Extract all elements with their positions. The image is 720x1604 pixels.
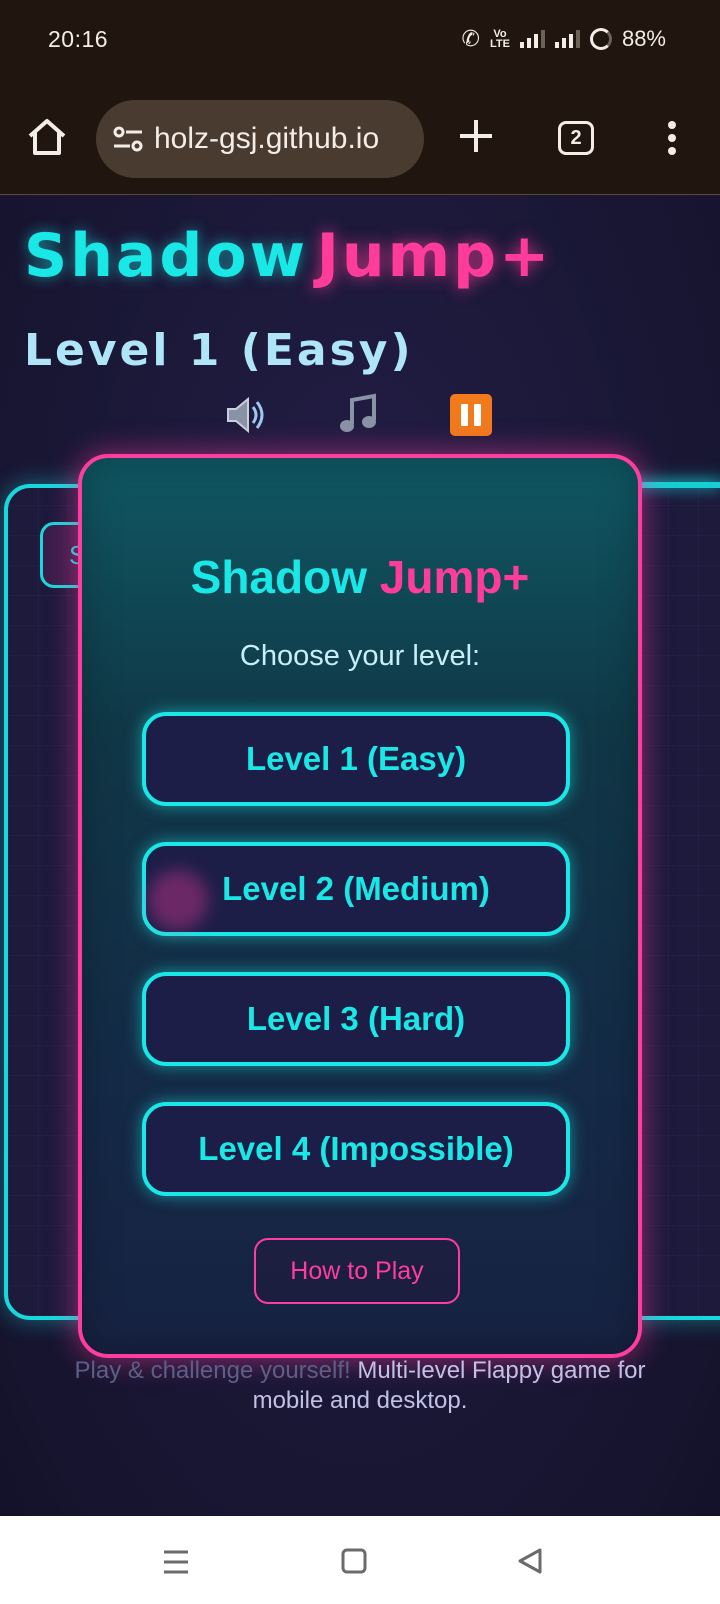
footer-tagline: Play & challenge yourself!	[74, 1357, 351, 1384]
page-footer: Play & challenge yourself! Multi-level F…	[0, 1356, 720, 1416]
status-time: 20:16	[48, 26, 109, 52]
level-3-button[interactable]: Level 3 (Hard)	[142, 972, 570, 1066]
game-controls	[220, 392, 500, 440]
how-to-play-button[interactable]: How to Play	[254, 1238, 460, 1304]
footer-description-1: Multi-level Flappy game for	[357, 1357, 646, 1384]
choose-level-prompt: Choose your level:	[239, 640, 481, 672]
browser-chrome: 20:16 ✆ Vo LTE 88% holz-gsj.github.io 2	[0, 0, 720, 195]
volte-icon: Vo LTE	[489, 28, 510, 50]
modal-title-shadow: Shadow	[190, 551, 367, 603]
title-shadow: Shadow	[24, 221, 309, 291]
pause-icon[interactable]	[450, 394, 492, 436]
tab-switcher-button[interactable]: 2	[558, 121, 594, 155]
home-icon[interactable]	[26, 116, 68, 158]
level-1-button[interactable]: Level 1 (Easy)	[142, 712, 570, 806]
touch-ripple	[148, 870, 208, 930]
battery-percent: 88%	[621, 26, 666, 51]
status-icons: ✆ Vo LTE 88%	[462, 26, 666, 52]
url-text: holz-gsj.github.io	[154, 122, 380, 155]
back-icon[interactable]	[510, 1542, 550, 1582]
modal-title-jump: Jump+	[379, 551, 530, 603]
battery-icon	[589, 28, 612, 50]
system-nav-bar	[0, 1516, 720, 1604]
music-note-icon[interactable]	[336, 392, 382, 438]
page-title: Shadow Jump+ Level 1 (Easy)	[24, 216, 704, 400]
home-icon[interactable]	[334, 1542, 374, 1582]
game-page: Shadow Jump+ Level 1 (Easy) S Shadow Jum…	[0, 196, 720, 1516]
signal-1-icon	[519, 30, 545, 48]
title-level: Level 1 (Easy)	[24, 325, 414, 376]
level-4-button[interactable]: Level 4 (Impossible)	[142, 1102, 570, 1196]
plus-icon[interactable]	[458, 118, 494, 154]
url-bar[interactable]: holz-gsj.github.io	[96, 100, 424, 178]
speaker-icon[interactable]	[224, 392, 270, 438]
site-settings-icon[interactable]	[112, 125, 144, 153]
level-select-modal: Shadow Jump+ Choose your level: Level 1 …	[78, 454, 642, 1358]
title-jump: Jump+	[316, 221, 553, 291]
recents-icon[interactable]	[156, 1542, 196, 1582]
modal-title: Shadow Jump+	[82, 550, 638, 604]
more-vert-icon[interactable]	[664, 120, 680, 156]
footer-description-2: mobile and desktop.	[252, 1387, 468, 1414]
signal-2-icon	[554, 30, 580, 48]
wifi-calling-icon: ✆	[461, 26, 480, 51]
